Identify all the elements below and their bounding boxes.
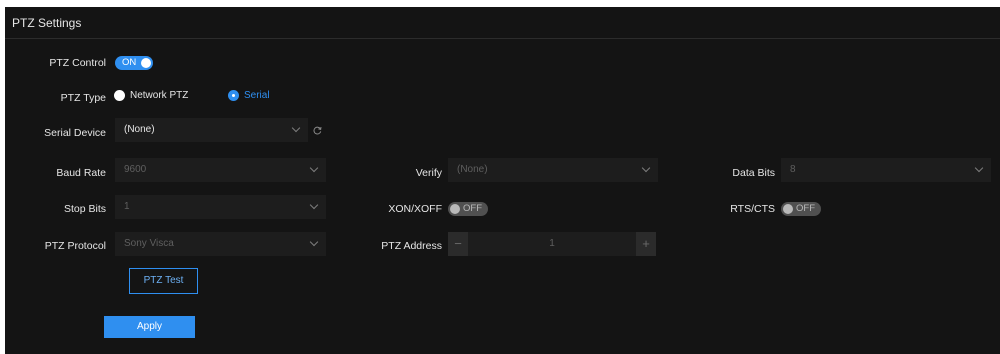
page-title: PTZ Settings xyxy=(12,16,82,30)
chevron-down-icon xyxy=(641,163,651,173)
increment-button[interactable]: + xyxy=(636,232,656,256)
ptz-type-label: PTZ Type xyxy=(60,92,106,104)
ptz-control-toggle-text: ON xyxy=(122,57,137,68)
ptz-address-stepper[interactable]: − 1 + xyxy=(448,232,656,256)
ptz-protocol-label: PTZ Protocol xyxy=(44,240,106,252)
baud-rate-label: Baud Rate xyxy=(56,167,106,179)
chevron-down-icon xyxy=(309,200,319,210)
rts-cts-label: RTS/CTS xyxy=(730,203,775,215)
data-bits-label: Data Bits xyxy=(732,167,775,179)
chevron-down-icon xyxy=(974,163,984,173)
ptz-test-button[interactable]: PTZ Test xyxy=(129,268,198,294)
serial-device-label: Serial Device xyxy=(44,127,106,139)
stop-bits-value: 1 xyxy=(124,201,130,212)
chevron-down-icon xyxy=(309,163,319,173)
baud-rate-select[interactable]: 9600 xyxy=(115,158,326,182)
panel-header: PTZ Settings xyxy=(5,7,1000,39)
ptz-address-value: 1 xyxy=(549,238,555,249)
radio-serial[interactable] xyxy=(228,90,239,101)
ptz-protocol-value: Sony Visca xyxy=(124,238,174,249)
xon-xoff-toggle[interactable]: OFF xyxy=(448,202,488,216)
ptz-control-toggle[interactable]: ON xyxy=(115,56,153,70)
rts-cts-toggle[interactable]: OFF xyxy=(781,202,821,216)
ptz-control-label: PTZ Control xyxy=(49,57,106,69)
refresh-icon[interactable] xyxy=(313,126,322,135)
toggle-knob xyxy=(141,58,151,68)
verify-label: Verify xyxy=(415,167,442,179)
chevron-down-icon xyxy=(291,123,301,133)
radio-serial-label[interactable]: Serial xyxy=(244,90,270,101)
ptz-protocol-select[interactable]: Sony Visca xyxy=(115,232,326,256)
data-bits-select[interactable]: 8 xyxy=(781,158,991,182)
ptz-address-label: PTZ Address xyxy=(381,240,442,252)
toggle-knob xyxy=(783,204,793,214)
serial-device-select[interactable]: (None) xyxy=(115,118,308,142)
radio-network-ptz-label[interactable]: Network PTZ xyxy=(130,90,188,101)
toggle-knob xyxy=(450,204,460,214)
decrement-button[interactable]: − xyxy=(448,232,468,256)
apply-button[interactable]: Apply xyxy=(104,316,195,338)
serial-device-value: (None) xyxy=(124,124,155,135)
xon-xoff-toggle-text: OFF xyxy=(463,203,482,214)
xon-xoff-label: XON/XOFF xyxy=(388,203,442,215)
verify-value: (None) xyxy=(457,164,488,175)
verify-select[interactable]: (None) xyxy=(448,158,658,182)
chevron-down-icon xyxy=(309,237,319,247)
radio-network-ptz[interactable] xyxy=(114,90,125,101)
stop-bits-label: Stop Bits xyxy=(63,203,106,215)
data-bits-value: 8 xyxy=(790,164,796,175)
rts-cts-toggle-text: OFF xyxy=(796,203,815,214)
baud-rate-value: 9600 xyxy=(124,164,147,175)
stop-bits-select[interactable]: 1 xyxy=(115,195,326,219)
